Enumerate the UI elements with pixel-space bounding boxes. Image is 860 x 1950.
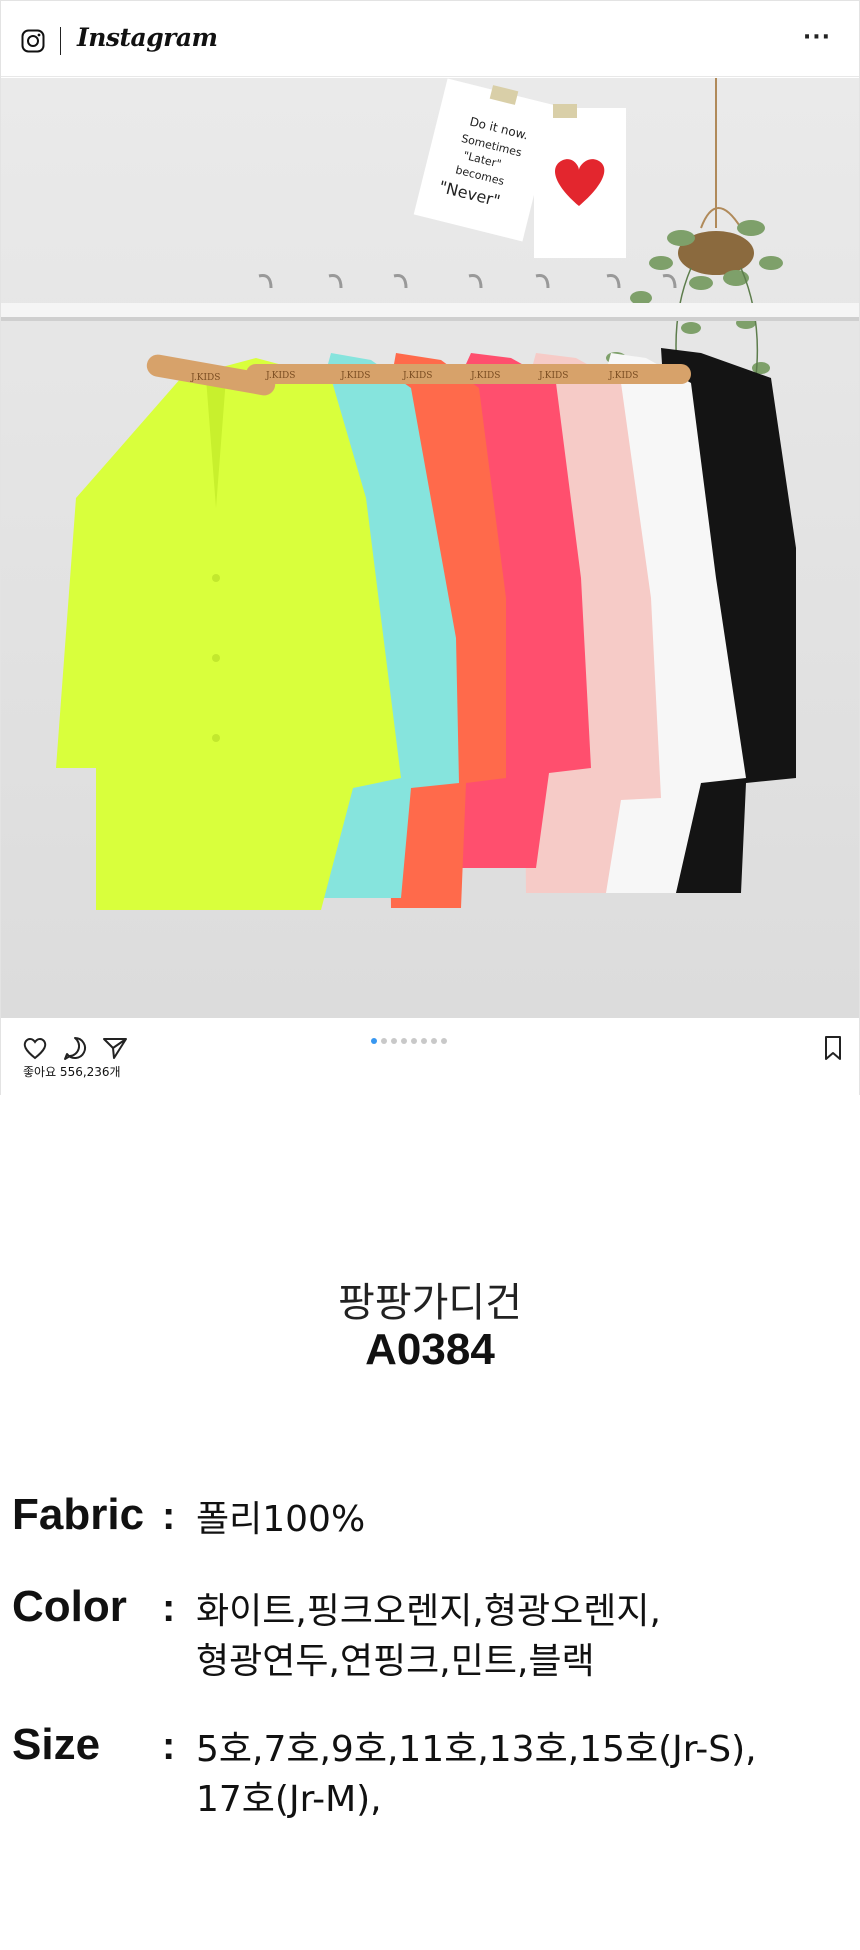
hanger-brand-label: J.KIDS <box>470 371 500 381</box>
fabric-label: Fabric <box>12 1490 145 1539</box>
carousel-dot[interactable] <box>441 1038 447 1044</box>
cardigans-on-rack-image: Do it now. Sometimes "Later" becomes "Ne… <box>1 78 859 1018</box>
instagram-wordmark[interactable]: Instagram <box>77 23 218 52</box>
more-options-icon[interactable]: ··· <box>803 25 831 50</box>
heart-note <box>534 104 626 258</box>
share-icon[interactable] <box>101 1034 129 1062</box>
color-label: Color <box>12 1582 127 1631</box>
carousel-dot[interactable] <box>411 1038 417 1044</box>
instagram-post-frame: Instagram ··· Do it now. Sometimes "Late… <box>0 0 860 1096</box>
hanger-brand-label: J.KIDS <box>265 371 295 381</box>
hanger-brand-label: J.KIDS <box>538 371 568 381</box>
likes-count[interactable]: 좋아요 556,236개 <box>23 1063 121 1080</box>
carousel-dot[interactable] <box>401 1038 407 1044</box>
fabric-value: 폴리100% <box>196 1499 366 1540</box>
size-colon: : <box>162 1724 176 1768</box>
color-colon: : <box>162 1586 176 1630</box>
carousel-dot[interactable] <box>421 1038 427 1044</box>
carousel-dot[interactable] <box>391 1038 397 1044</box>
carousel-dot[interactable] <box>371 1038 377 1044</box>
hanger-brand-label: J.KIDS <box>340 371 370 381</box>
color-value: 화이트,핑크오렌지,형광오렌지, 형광연두,연핑크,민트,블랙 <box>196 1591 661 1682</box>
clothing-rail <box>1 303 859 319</box>
hanger-brand-label: J.KIDS <box>402 371 432 381</box>
heart-icon[interactable] <box>21 1034 49 1062</box>
carousel-dot[interactable] <box>381 1038 387 1044</box>
hanger-brand-label: J.KIDS <box>190 373 220 383</box>
fabric-colon: : <box>162 1494 176 1538</box>
header-divider <box>60 27 61 55</box>
post-action-bar <box>1 1018 859 1096</box>
product-code: A0384 <box>365 1325 495 1374</box>
carousel-dot[interactable] <box>431 1038 437 1044</box>
size-label: Size <box>12 1720 101 1769</box>
carousel-indicator <box>371 1038 447 1044</box>
comment-icon[interactable] <box>61 1034 89 1062</box>
instagram-camera-icon[interactable] <box>21 29 45 53</box>
size-value: 5호,7호,9호,11호,13호,15호(Jr-S), 17호(Jr-M), <box>196 1729 757 1820</box>
bookmark-icon[interactable] <box>819 1034 847 1062</box>
hanger-brand-label: J.KIDS <box>608 371 638 381</box>
product-name: 팡팡가디건 <box>338 1280 522 1326</box>
product-photo: Do it now. Sometimes "Later" becomes "Ne… <box>1 78 859 1018</box>
post-header: Instagram ··· <box>1 1 859 77</box>
